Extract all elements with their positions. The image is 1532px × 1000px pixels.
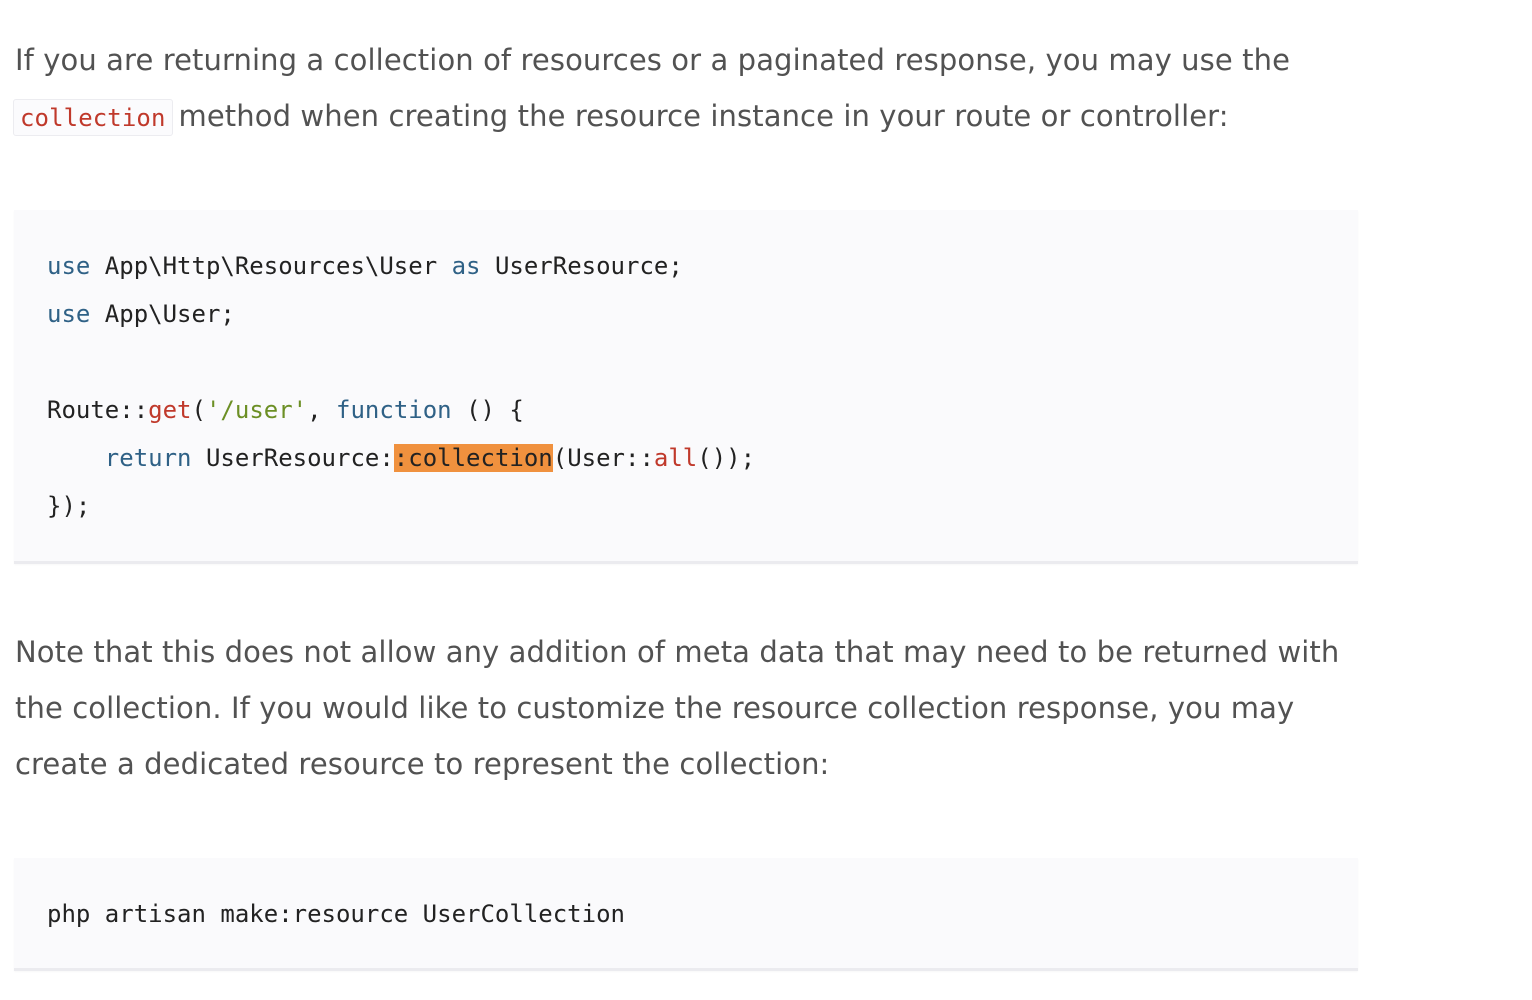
artisan-command-line: php artisan make:resource UserCollection	[47, 900, 625, 928]
keyword-use: use	[47, 252, 91, 280]
code-line-2: use App\User;	[47, 293, 1358, 341]
keyword-return: return	[104, 444, 192, 472]
intro-text-continued: method when creating the resource instan…	[178, 99, 1229, 133]
inline-code-collection: collection	[13, 99, 173, 136]
comma: ,	[307, 396, 337, 424]
intro-text: If you are returning a collection of res…	[15, 43, 1291, 77]
alias-name: UserResource;	[480, 252, 683, 280]
args-open: (User::	[552, 444, 654, 472]
resource-class: UserResource:	[191, 444, 394, 472]
keyword-as: as	[451, 252, 481, 280]
args-close: ());	[697, 444, 756, 472]
closure-open: () {	[451, 396, 524, 424]
code-line-1: use App\Http\Resources\User as UserResou…	[47, 245, 1358, 293]
method-all: all	[653, 444, 698, 472]
paren-open: (	[191, 396, 206, 424]
code-line-4: Route::get('/user', function () {	[47, 389, 1358, 437]
code-line-6: });	[47, 485, 1358, 533]
code-line-5: return UserResource::collection(User::al…	[47, 437, 1358, 485]
intro-paragraph: If you are returning a collection of res…	[13, 32, 1395, 146]
method-get: get	[148, 396, 192, 424]
namespace-path: App\User;	[90, 300, 235, 328]
code-block-artisan-command[interactable]: php artisan make:resource UserCollection	[14, 858, 1358, 971]
keyword-function: function	[336, 396, 452, 424]
string-url: '/user'	[205, 396, 308, 424]
search-highlight-collection: :collection	[393, 444, 553, 472]
keyword-use: use	[47, 300, 91, 328]
closure-close: });	[47, 492, 91, 520]
namespace-path: App\Http\Resources\User	[90, 252, 452, 280]
code-block-route-example[interactable]: use App\Http\Resources\User as UserResou…	[14, 210, 1358, 564]
route-class: Route::	[47, 396, 149, 424]
note-paragraph: Note that this does not allow any additi…	[15, 635, 1340, 781]
